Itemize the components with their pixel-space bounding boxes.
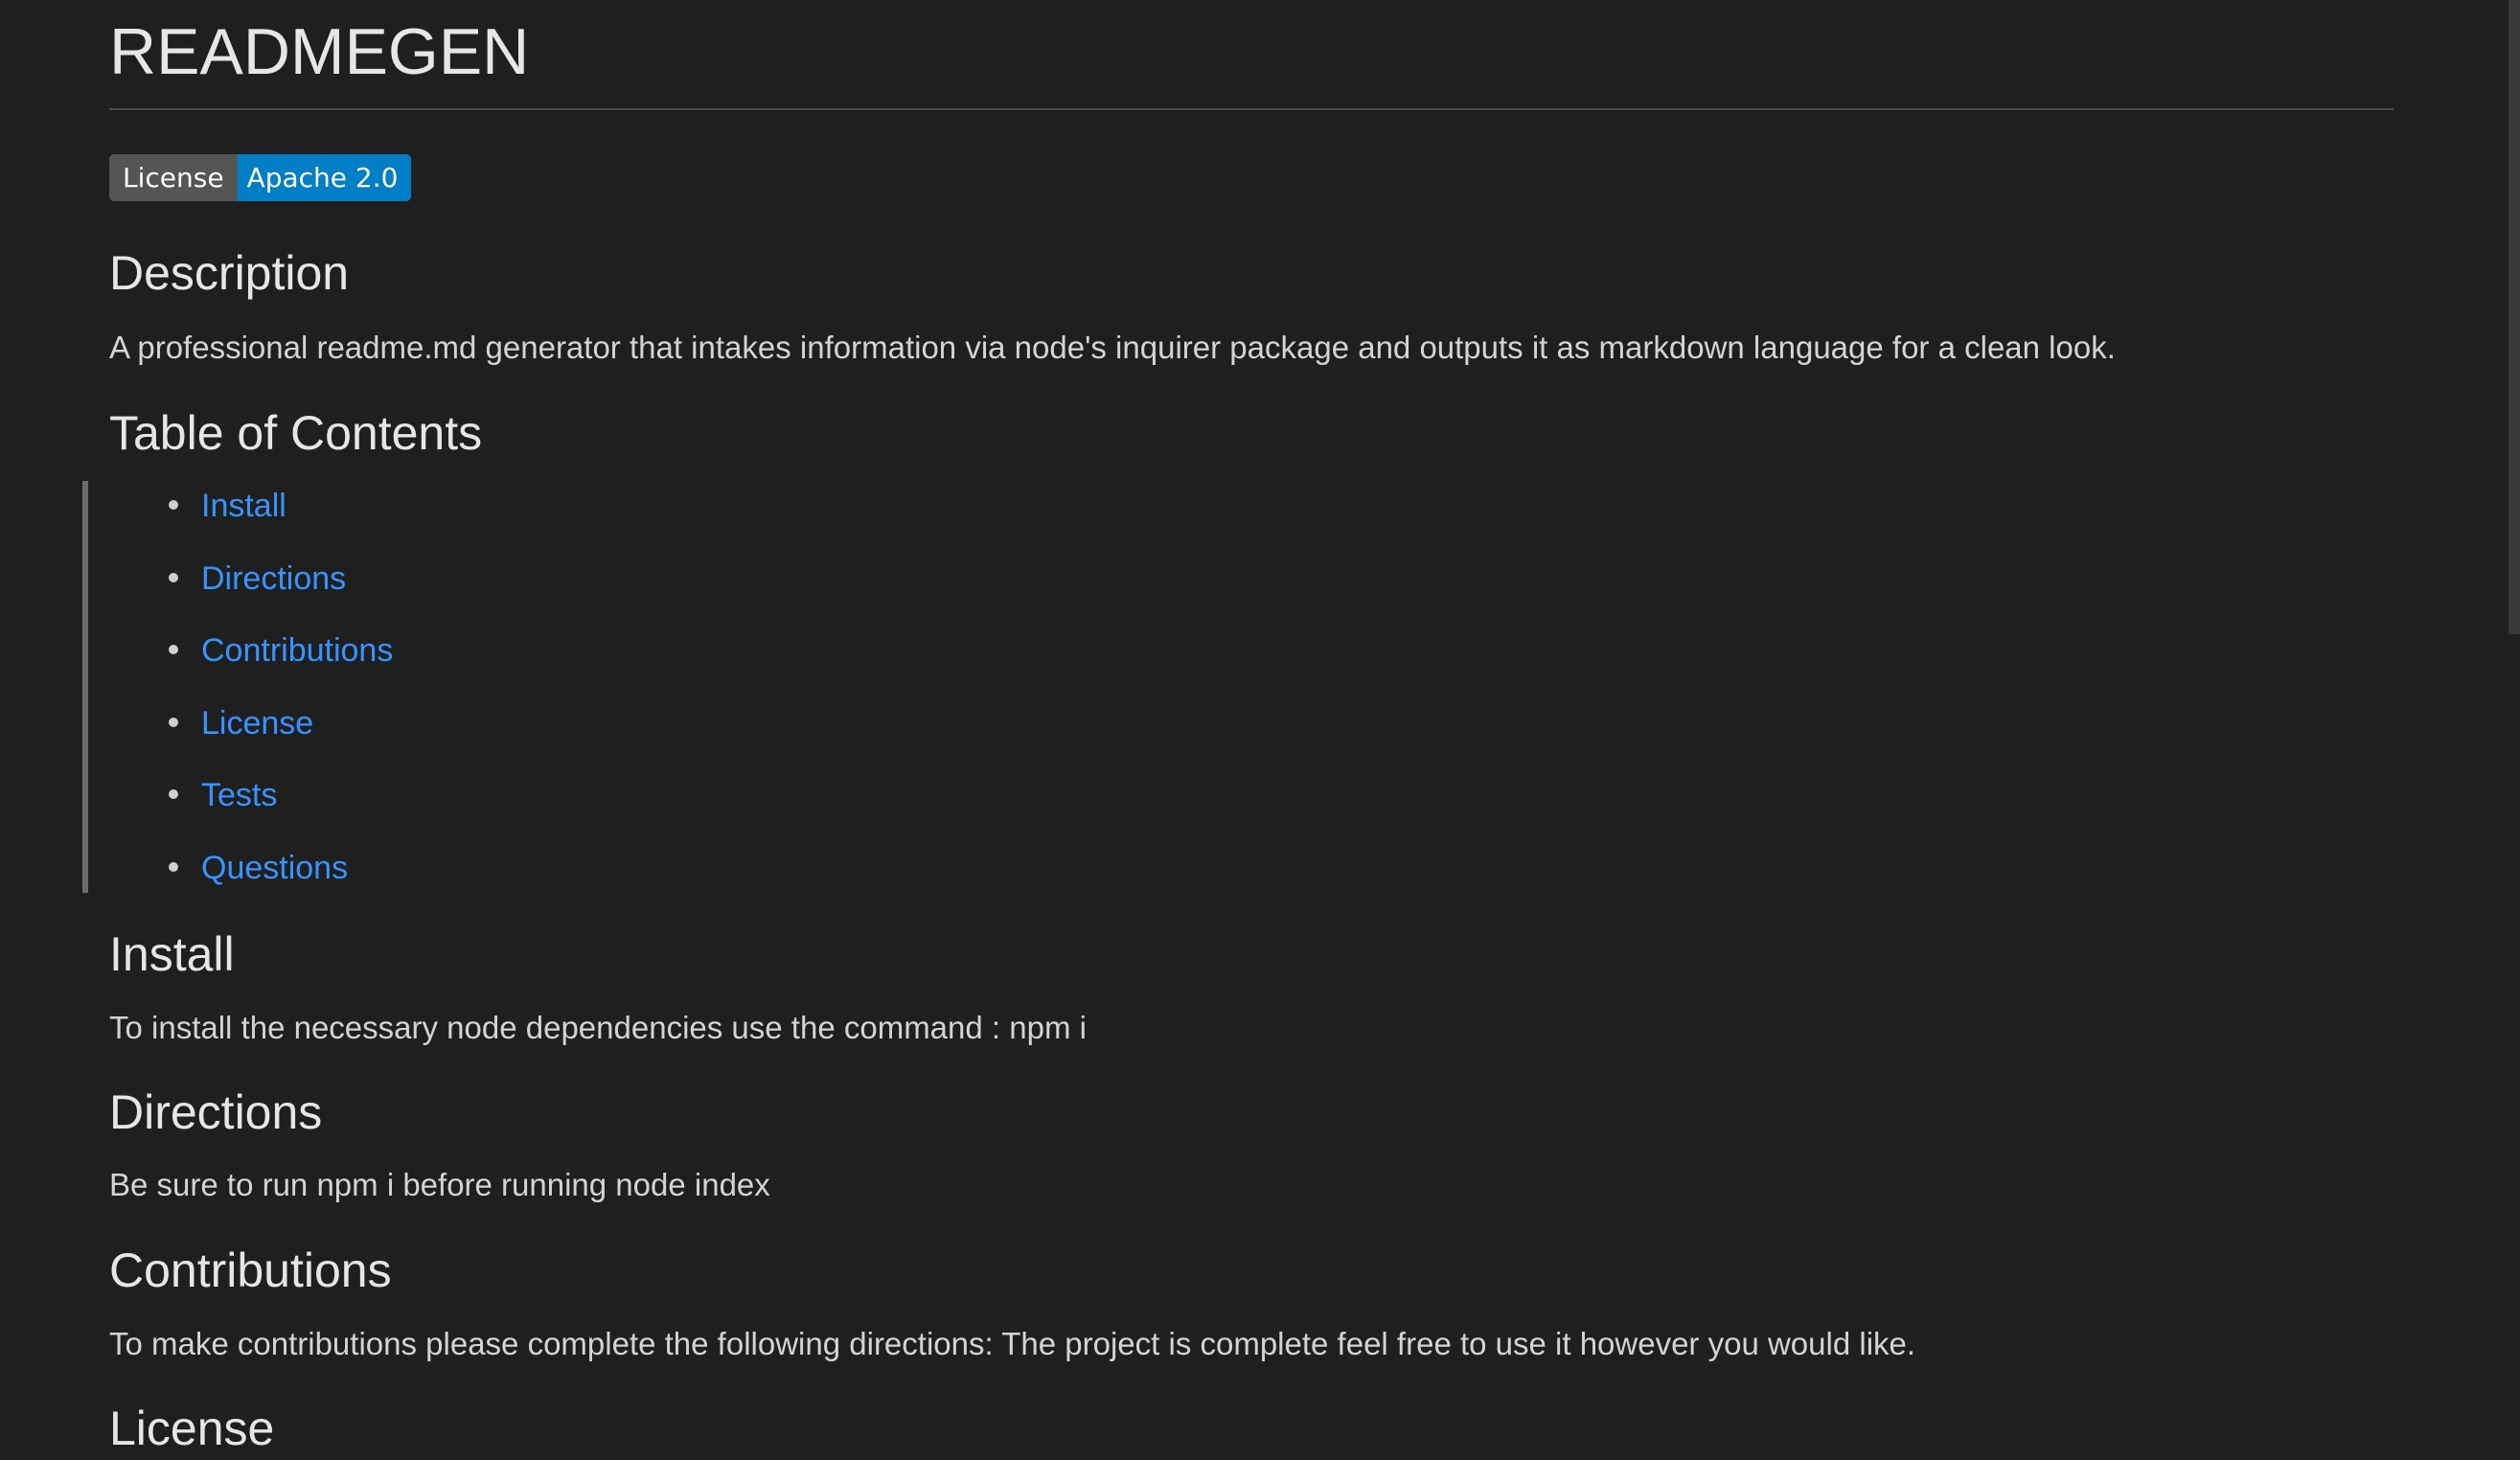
toc-link-contributions[interactable]: Contributions [201, 632, 393, 669]
toc-link-install[interactable]: Install [201, 488, 286, 524]
bullet-icon [169, 500, 178, 510]
toc-focus-indicator [82, 481, 88, 893]
description-text: A professional readme.md generator that … [109, 330, 2116, 365]
list-item: Contributions [109, 622, 393, 695]
page-title: READMEGEN [109, 0, 2394, 110]
install-text: To install the necessary node dependenci… [109, 1010, 1087, 1045]
toc-list: Install Directions Contributions License… [109, 477, 393, 911]
vertical-scrollbar[interactable] [2509, 0, 2520, 634]
list-item: Questions [109, 839, 393, 912]
badge-label: License [109, 154, 238, 201]
description-heading: Description [109, 246, 350, 300]
contributions-text: To make contributions please complete th… [109, 1326, 1916, 1361]
bullet-icon [169, 861, 178, 872]
list-item: Install [109, 477, 393, 550]
bullet-icon [169, 789, 178, 799]
license-heading: License [109, 1402, 275, 1455]
list-item: Tests [109, 766, 393, 839]
directions-heading: Directions [109, 1085, 323, 1139]
badge-value: Apache 2.0 [237, 154, 412, 201]
license-badge[interactable]: License Apache 2.0 [109, 154, 412, 201]
list-item: Directions [109, 550, 393, 623]
toc-heading: Table of Contents [109, 406, 483, 460]
bullet-icon [169, 717, 178, 727]
contributions-heading: Contributions [109, 1243, 392, 1297]
list-item: License [109, 695, 393, 767]
install-heading: Install [109, 927, 235, 981]
toc-link-questions[interactable]: Questions [201, 850, 348, 886]
toc-link-directions[interactable]: Directions [201, 560, 346, 597]
toc-link-license[interactable]: License [201, 705, 313, 741]
toc-link-tests[interactable]: Tests [201, 777, 277, 813]
bullet-icon [169, 572, 178, 582]
markdown-preview: READMEGEN License Apache 2.0 Description… [0, 0, 2520, 1460]
bullet-icon [169, 645, 178, 654]
readme-content: READMEGEN License Apache 2.0 Description… [109, 0, 2394, 1455]
directions-text: Be sure to run npm i before running node… [109, 1167, 770, 1202]
